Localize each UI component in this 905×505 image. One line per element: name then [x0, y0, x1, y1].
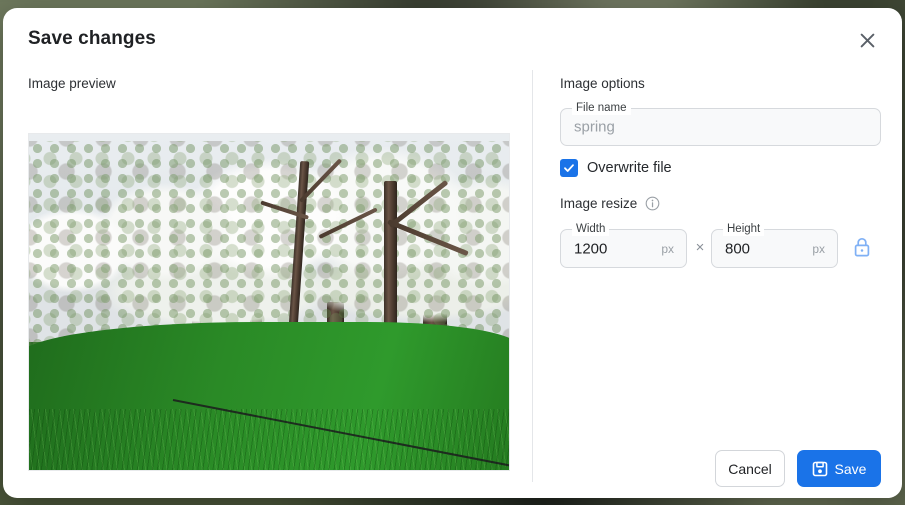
width-unit: px [661, 241, 674, 256]
height-legend: Height [723, 223, 765, 236]
file-name-legend: File name [572, 102, 631, 115]
panel-divider [532, 70, 533, 482]
save-changes-dialog: Save changes Image preview Image options… [3, 8, 902, 498]
image-preview-frame [28, 133, 510, 471]
photo-foreground-grass [29, 322, 509, 470]
info-icon[interactable] [645, 196, 660, 211]
resize-width-field[interactable]: Width 1200 px [560, 223, 687, 268]
overwrite-file-label: Overwrite file [587, 160, 672, 176]
resize-height-field[interactable]: Height 800 px [711, 223, 838, 268]
image-preview-label: Image preview [28, 76, 116, 91]
overwrite-file-checkbox[interactable] [560, 159, 578, 177]
overwrite-file-checkbox-row[interactable]: Overwrite file [560, 159, 672, 177]
image-resize-header: Image resize [560, 196, 660, 211]
height-input[interactable]: 800 [725, 240, 750, 257]
save-button[interactable]: Save [797, 450, 881, 487]
lock-glyph [854, 237, 870, 257]
dimension-separator: × [695, 239, 705, 256]
width-legend: Width [572, 223, 610, 236]
file-name-field[interactable]: File name spring [560, 102, 881, 146]
height-unit: px [812, 241, 825, 256]
close-icon[interactable] [852, 25, 882, 55]
preview-image [29, 134, 509, 470]
width-input[interactable]: 1200 [574, 240, 607, 257]
check-icon [564, 164, 574, 172]
info-glyph [645, 196, 660, 211]
dialog-title: Save changes [28, 28, 156, 49]
cancel-button[interactable]: Cancel [715, 450, 785, 487]
save-floppy-icon [812, 461, 827, 476]
file-name-input[interactable]: spring [574, 119, 615, 136]
save-button-label: Save [834, 460, 867, 477]
lock-closed-icon[interactable] [851, 236, 873, 261]
image-resize-label: Image resize [560, 196, 638, 211]
close-glyph [860, 33, 874, 47]
image-options-label: Image options [560, 76, 645, 91]
